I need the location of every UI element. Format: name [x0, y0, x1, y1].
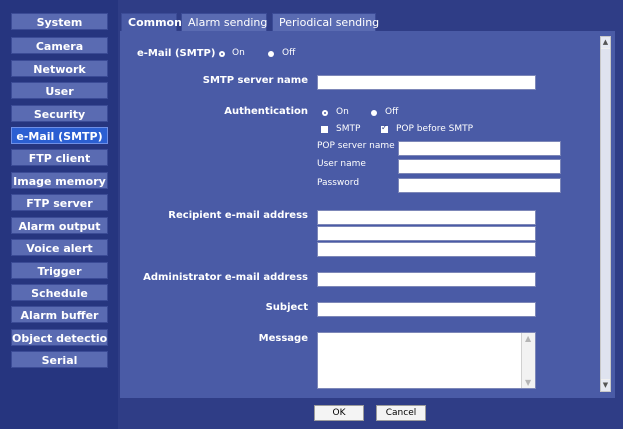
- sidebar-item-security[interactable]: Security: [11, 105, 108, 122]
- email-smtp-label: e-Mail (SMTP): [137, 48, 216, 59]
- sidebar-item-alarm-buffer[interactable]: Alarm buffer: [11, 306, 108, 323]
- email-off-label: Off: [282, 48, 296, 58]
- message-textarea[interactable]: ▲ ▼: [317, 332, 536, 389]
- pop-before-smtp-checkbox[interactable]: [381, 123, 388, 133]
- sidebar-item-serial[interactable]: Serial: [11, 351, 108, 368]
- pop-server-label: POP server name: [317, 141, 395, 151]
- password-input[interactable]: [398, 178, 561, 193]
- sidebar-item-ftp-server[interactable]: FTP server: [11, 194, 108, 211]
- auth-on-radio[interactable]: [322, 110, 328, 116]
- sidebar-item-voice-alert[interactable]: Voice alert: [11, 239, 108, 256]
- scroll-up-icon[interactable]: ▲: [525, 334, 531, 343]
- authentication-label: Authentication: [224, 106, 308, 117]
- page-scrollbar[interactable]: ▲ ▼: [600, 36, 611, 392]
- email-on-radio[interactable]: [219, 51, 225, 57]
- sidebar-item-email-smtp[interactable]: e-Mail (SMTP): [11, 127, 108, 144]
- email-on-label: On: [232, 48, 245, 58]
- recipient-input-2[interactable]: [317, 226, 536, 241]
- cancel-button[interactable]: Cancel: [376, 405, 426, 421]
- sidebar-item-system[interactable]: System: [11, 13, 108, 30]
- sidebar: System Camera Network User Security e-Ma…: [0, 0, 118, 429]
- smtp-checkbox-label: SMTP: [336, 124, 361, 134]
- sidebar-item-camera[interactable]: Camera: [11, 37, 108, 54]
- smtp-server-label: SMTP server name: [202, 75, 308, 86]
- sidebar-item-user[interactable]: User: [11, 82, 108, 99]
- recipient-label: Recipient e-mail address: [168, 210, 308, 221]
- administrator-label: Administrator e-mail address: [143, 272, 308, 283]
- sidebar-item-schedule[interactable]: Schedule: [11, 284, 108, 301]
- smtp-checkbox[interactable]: [321, 126, 328, 133]
- sidebar-item-ftp-client[interactable]: FTP client: [11, 149, 108, 166]
- recipient-input-1[interactable]: [317, 210, 536, 225]
- auth-off-label: Off: [385, 107, 399, 117]
- subject-label: Subject: [265, 302, 308, 313]
- scroll-down-arrow-icon[interactable]: ▼: [601, 380, 610, 391]
- user-name-label: User name: [317, 159, 366, 169]
- subject-input[interactable]: [317, 302, 536, 317]
- tab-alarm-sending[interactable]: Alarm sending: [181, 13, 267, 31]
- tab-common[interactable]: Common: [121, 13, 182, 31]
- scroll-down-icon[interactable]: ▼: [525, 378, 531, 387]
- tab-periodical-sending[interactable]: Periodical sending: [272, 13, 379, 31]
- message-label: Message: [258, 333, 308, 344]
- ok-button[interactable]: OK: [314, 405, 364, 421]
- pop-before-smtp-label: POP before SMTP: [396, 124, 474, 134]
- sidebar-item-trigger[interactable]: Trigger: [11, 262, 108, 279]
- scroll-thumb[interactable]: [601, 49, 610, 379]
- password-label: Password: [317, 178, 360, 188]
- recipient-input-3[interactable]: [317, 242, 536, 257]
- message-scrollbar[interactable]: ▲ ▼: [521, 333, 535, 388]
- auth-off-radio[interactable]: [371, 110, 377, 116]
- pop-server-input[interactable]: [398, 141, 561, 156]
- sidebar-item-object-detection[interactable]: Object detection: [11, 329, 108, 346]
- sidebar-item-alarm-output[interactable]: Alarm output: [11, 217, 108, 234]
- sidebar-item-network[interactable]: Network: [11, 60, 108, 77]
- administrator-input[interactable]: [317, 272, 536, 287]
- sidebar-item-image-memory[interactable]: Image memory: [11, 172, 108, 189]
- smtp-server-input[interactable]: [317, 75, 536, 90]
- email-off-radio[interactable]: [268, 51, 274, 57]
- user-name-input[interactable]: [398, 159, 561, 174]
- scroll-up-arrow-icon[interactable]: ▲: [601, 37, 610, 48]
- auth-on-label: On: [336, 107, 349, 117]
